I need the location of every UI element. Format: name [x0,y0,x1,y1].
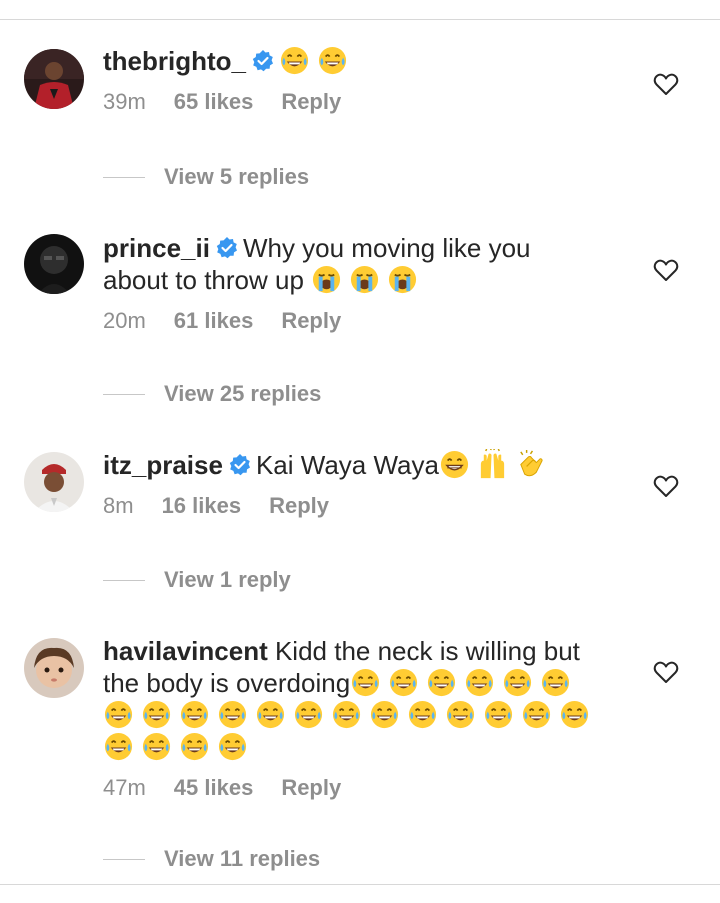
joy-emoji-icon [331,699,362,730]
timestamp: 47m [103,775,146,800]
joy-emoji-icon [540,667,571,698]
comment-body-line2: about to throw up [103,265,304,295]
view-replies-label[interactable]: View 25 replies [164,381,321,407]
timestamp: 8m [103,493,134,518]
joy-emoji-icon [293,699,324,730]
timestamp: 39m [103,89,146,114]
comment-meta: 8m 16 likes Reply [103,493,633,519]
heart-outline-icon[interactable] [653,72,679,96]
avatar[interactable] [24,638,84,698]
top-divider [0,19,720,20]
heart-outline-icon[interactable] [653,474,679,498]
reply-button[interactable]: Reply [281,89,341,114]
joy-emoji-icon [502,667,533,698]
username[interactable]: havilavincent [103,636,268,666]
reply-button[interactable]: Reply [281,308,341,333]
sob-emoji-icon [387,264,418,295]
comment-text: havilavincent Kidd the neck is willing b… [103,635,633,763]
joy-emoji-icon [255,699,286,730]
reply-button[interactable]: Reply [269,493,329,518]
comment-body-line1: Kidd the neck is willing but [274,636,580,666]
joy-emoji-icon [369,699,400,730]
replies-divider [103,579,145,581]
heart-outline-icon[interactable] [653,258,679,282]
joy-emoji-icon [141,699,172,730]
likes-count[interactable]: 61 likes [174,308,254,333]
joy-emoji-icon [426,667,457,698]
comment-body-line2: the body is overdoing [103,668,351,698]
comment-text: thebrighto_ [103,45,633,77]
timestamp: 20m [103,308,146,333]
view-replies-label[interactable]: View 11 replies [164,846,320,872]
verified-badge-icon [215,235,239,259]
view-replies[interactable]: View 11 replies [103,846,320,872]
view-replies-label[interactable]: View 5 replies [164,164,309,190]
likes-count[interactable]: 65 likes [174,89,254,114]
joy-emoji-icon [217,731,248,762]
emoji-row [103,732,255,762]
bottom-divider [0,884,720,885]
clap-emoji-icon [515,449,546,480]
likes-count[interactable]: 45 likes [174,775,254,800]
replies-divider [103,176,145,178]
comments-page: thebrighto_ 39m 65 likes Reply View 5 repl… [0,0,720,903]
comment-text: prince_ii Why you moving like you about t… [103,232,633,296]
replies-divider [103,393,145,395]
raised-hands-emoji-icon [477,449,508,480]
view-replies[interactable]: View 1 reply [103,567,291,593]
joy-emoji-icon [407,699,438,730]
joy-emoji-icon [141,731,172,762]
joy-emoji-icon [217,699,248,730]
joy-emoji-icon [103,731,134,762]
username[interactable]: thebrighto_ [103,46,246,76]
verified-badge-icon [251,48,275,72]
emoji-row [350,668,578,698]
replies-divider [103,858,145,860]
joy-emoji-icon [559,699,590,730]
joy-emoji-icon [317,45,348,76]
joy-emoji-icon [445,699,476,730]
comment-body: Kai Waya Waya [255,450,439,480]
view-replies-label[interactable]: View 1 reply [164,567,291,593]
joy-emoji-icon [464,667,495,698]
likes-count[interactable]: 16 likes [162,493,242,518]
comment-body-line1: Why you moving like you [242,233,531,263]
comment-meta: 20m 61 likes Reply [103,308,633,334]
heart-outline-icon[interactable] [653,660,679,684]
joy-emoji-icon [388,667,419,698]
comment-meta: 39m 65 likes Reply [103,89,633,115]
joy-emoji-icon [350,667,381,698]
joy-emoji-icon [279,45,310,76]
avatar[interactable] [24,49,84,109]
comment-meta: 47m 45 likes Reply [103,775,633,801]
verified-badge-icon [228,452,252,476]
sob-emoji-icon [349,264,380,295]
view-replies[interactable]: View 25 replies [103,381,321,407]
grin-emoji-icon [439,449,470,480]
joy-emoji-icon [521,699,552,730]
username[interactable]: itz_praise [103,450,223,480]
joy-emoji-icon [103,699,134,730]
joy-emoji-icon [483,699,514,730]
comment-text: itz_praise Kai Waya Waya [103,449,633,481]
view-replies[interactable]: View 5 replies [103,164,309,190]
avatar[interactable] [24,452,84,512]
joy-emoji-icon [179,699,210,730]
joy-emoji-icon [179,731,210,762]
avatar[interactable] [24,234,84,294]
sob-emoji-icon [311,264,342,295]
emoji-row [103,700,597,730]
reply-button[interactable]: Reply [281,775,341,800]
username[interactable]: prince_ii [103,233,210,263]
